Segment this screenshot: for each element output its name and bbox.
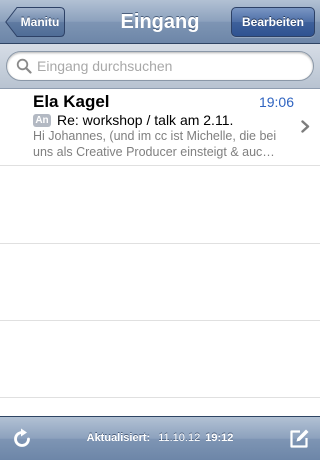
message-time: 19:06 <box>258 94 294 110</box>
bottom-toolbar: Aktualisiert: 11.10.12 19:12 <box>0 416 320 460</box>
search-field[interactable] <box>6 51 314 81</box>
search-icon <box>16 58 32 74</box>
navigation-bar: Manitu Eingang Bearbeiten <box>0 0 320 44</box>
update-status-date: 11.10.12 <box>158 432 201 444</box>
update-status-time: 19:12 <box>205 432 234 444</box>
search-input[interactable] <box>37 55 302 77</box>
message-sender: Ela Kagel <box>33 92 110 111</box>
message-row[interactable]: Ela Kagel 19:06 An Re: workshop / talk a… <box>0 89 320 166</box>
message-subject: Re: workshop / talk am 2.11. <box>57 112 234 128</box>
search-bar <box>0 44 320 89</box>
row-divider <box>0 397 320 398</box>
update-status-label: Aktualisiert: <box>86 432 151 444</box>
recipient-badge: An <box>33 114 51 127</box>
chevron-right-icon <box>301 120 310 133</box>
edit-button[interactable]: Bearbeiten <box>231 7 315 37</box>
row-divider <box>0 320 320 321</box>
message-preview: Hi Johannes, (und im cc ist Michelle, di… <box>33 129 277 159</box>
message-list: Ela Kagel 19:06 An Re: workshop / talk a… <box>0 89 320 416</box>
compose-icon[interactable] <box>288 428 310 450</box>
update-status: Aktualisiert: 11.10.12 19:12 <box>0 417 320 460</box>
row-divider <box>0 243 320 244</box>
